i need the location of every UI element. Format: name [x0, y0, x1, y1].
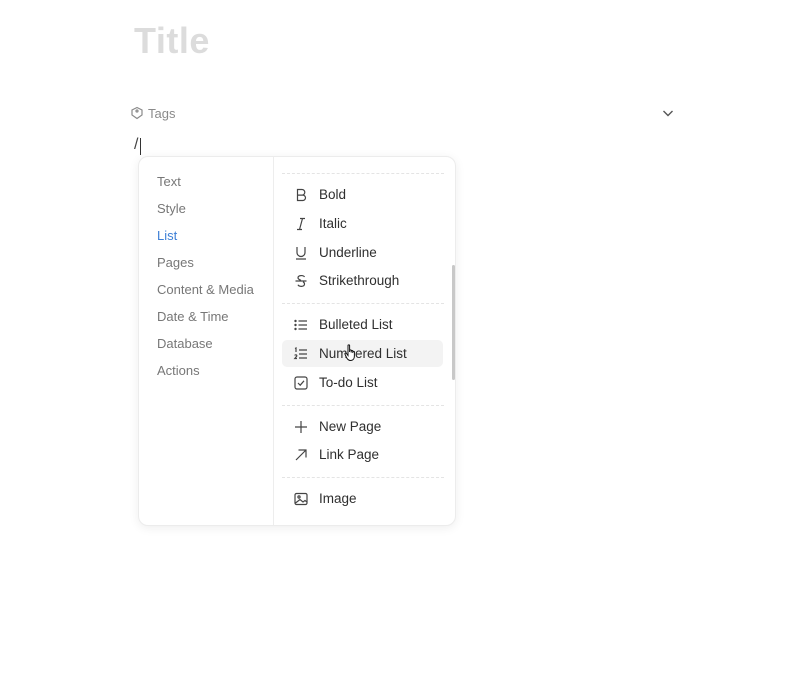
page-title[interactable]: Title — [134, 20, 210, 62]
option-label: Numbered List — [319, 346, 407, 361]
option-label: Strikethrough — [319, 273, 400, 288]
divider — [282, 303, 444, 304]
option-strikethrough[interactable]: Strikethrough — [282, 267, 443, 294]
editor-typed-text[interactable]: / — [134, 136, 138, 154]
hand-pointer-cursor — [344, 344, 358, 362]
option-label: Image — [319, 491, 357, 506]
chevron-down-icon[interactable] — [660, 105, 676, 121]
option-italic[interactable]: Italic — [282, 210, 443, 237]
option-list: Bold Italic Underline Strikethrough Bull… — [274, 157, 455, 525]
option-new-page[interactable]: New Page — [282, 413, 443, 440]
option-label: Link Page — [319, 447, 380, 462]
tags-label: Tags — [148, 105, 176, 121]
option-label: To-do List — [319, 375, 378, 390]
option-underline[interactable]: Underline — [282, 239, 443, 266]
strikethrough-icon — [293, 273, 309, 289]
category-text[interactable]: Text — [157, 174, 181, 189]
plus-icon — [293, 419, 309, 435]
category-actions[interactable]: Actions — [157, 363, 200, 378]
tags-property[interactable]: Tags — [130, 103, 676, 123]
category-database[interactable]: Database — [157, 336, 213, 351]
option-bold[interactable]: Bold — [282, 181, 443, 208]
category-style[interactable]: Style — [157, 201, 186, 216]
option-numbered-list[interactable]: Numbered List — [282, 340, 443, 367]
bold-icon — [293, 187, 309, 203]
tag-icon — [130, 106, 144, 120]
bulleted-list-icon — [293, 317, 309, 333]
slash-command-menu: Text Style List Pages Content & Media Da… — [138, 156, 456, 526]
option-todo-list[interactable]: To-do List — [282, 369, 443, 396]
option-image[interactable]: Image — [282, 485, 443, 512]
option-label: Bulleted List — [319, 317, 393, 332]
category-list-active[interactable]: List — [157, 228, 177, 243]
option-label: Italic — [319, 216, 347, 231]
menu-scrollbar[interactable] — [452, 265, 455, 380]
option-label: New Page — [319, 419, 382, 434]
underline-icon — [293, 245, 309, 261]
todo-checkbox-icon — [293, 375, 309, 391]
category-list: Text Style List Pages Content & Media Da… — [139, 157, 274, 525]
text-cursor — [140, 138, 141, 155]
category-pages[interactable]: Pages — [157, 255, 194, 270]
option-bulleted-list[interactable]: Bulleted List — [282, 311, 443, 338]
category-content-media[interactable]: Content & Media — [157, 282, 254, 297]
category-date-time[interactable]: Date & Time — [157, 309, 229, 324]
option-label: Bold — [319, 187, 347, 202]
option-link-page[interactable]: Link Page — [282, 441, 443, 468]
divider — [282, 405, 444, 406]
italic-icon — [293, 216, 309, 232]
divider — [282, 477, 444, 478]
option-label: Underline — [319, 245, 377, 260]
arrow-up-right-icon — [293, 447, 309, 463]
image-icon — [293, 491, 309, 507]
divider — [282, 173, 444, 174]
numbered-list-icon — [293, 346, 309, 362]
